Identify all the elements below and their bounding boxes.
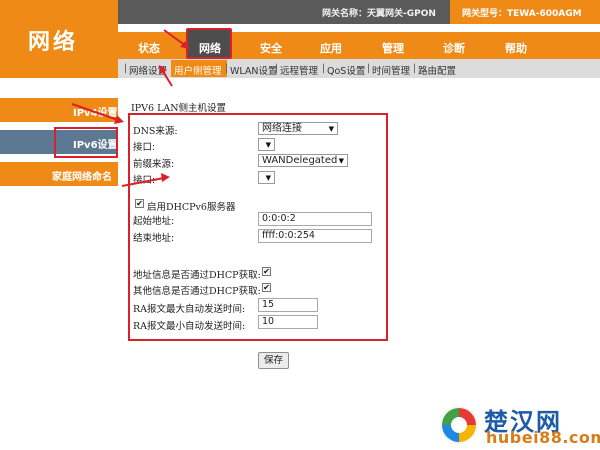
divider: | [367, 63, 371, 74]
other-dhcp-label: 其他信息是否通过DHCP获取: [133, 286, 261, 297]
section-title: IPV6 LAN侧主机设置 [131, 103, 227, 114]
subnav-time[interactable]: 时间管理 [372, 63, 410, 77]
dns-source-label: DNS来源: [133, 126, 178, 137]
subnav-remote[interactable]: 远程管理 [280, 63, 318, 77]
subnav-user-side[interactable]: 用户侧管理 [174, 63, 222, 77]
prefix-source-label: 前缀来源: [133, 159, 175, 170]
sidebar-item-home-network[interactable]: 家庭网络命名 [0, 162, 118, 186]
nav-help[interactable]: 帮助 [505, 40, 527, 56]
arrow-icon [159, 65, 173, 87]
gateway-model: 网关型号：TEWA-600AGM [462, 9, 582, 19]
chevron-down-icon: ▼ [265, 141, 271, 149]
interface-label-1: 接口: [133, 142, 156, 153]
nav-security[interactable]: 安全 [260, 40, 282, 56]
gateway-name: 网关名称：天翼网关-GPON [322, 9, 436, 19]
subnav-qos[interactable]: QoS设置 [327, 63, 365, 77]
other-dhcp-checkbox[interactable]: ✔ [262, 283, 271, 292]
subnav-routing[interactable]: 路由配置 [418, 63, 456, 77]
divider: | [322, 63, 326, 74]
ra-max-input[interactable]: 15 [258, 298, 318, 312]
end-addr-input[interactable]: ffff:0:0:254 [258, 229, 372, 243]
nav-management[interactable]: 管理 [382, 40, 404, 56]
subnav-wlan[interactable]: WLAN设置 [230, 63, 278, 77]
page-title: 网络 [0, 0, 118, 78]
ra-max-label: RA报文最大自动发送时间: [133, 304, 246, 315]
addr-dhcp-checkbox[interactable]: ✔ [262, 267, 271, 276]
dhcpv6-label: 启用DHCPv6服务器 [147, 202, 236, 213]
end-addr-label: 结束地址: [133, 233, 175, 244]
watermark-url: hubei88.com [486, 428, 600, 447]
sidebar-highlight-box [54, 127, 118, 158]
save-button[interactable]: 保存 [258, 352, 289, 369]
chevron-down-icon: ▼ [338, 157, 344, 165]
interface-select-1[interactable]: ▼ [258, 138, 275, 151]
nav-status[interactable]: 状态 [138, 40, 160, 56]
dns-source-select[interactable]: 网络连接 ▼ [258, 122, 338, 135]
interface-select-2[interactable]: ▼ [258, 171, 275, 184]
nav-apps[interactable]: 应用 [320, 40, 342, 56]
watermark-logo-icon [440, 406, 478, 444]
start-addr-label: 起始地址: [133, 216, 175, 227]
arrow-icon [163, 29, 190, 49]
addr-dhcp-label: 地址信息是否通过DHCP获取: [133, 270, 261, 281]
dhcpv6-checkbox[interactable]: ✔ [135, 199, 144, 208]
nav-network[interactable]: 网络 [199, 40, 221, 56]
arrow-icon [71, 103, 124, 124]
prefix-source-select[interactable]: WANDelegated ▼ [258, 154, 348, 167]
divider: | [275, 63, 279, 74]
chevron-down-icon: ▼ [265, 174, 271, 182]
prefix-source-value: WANDelegated [262, 155, 338, 166]
nav-diagnostics[interactable]: 诊断 [443, 40, 465, 56]
router-admin-page: 网络 网关名称：天翼网关-GPON 网关型号：TEWA-600AGM 状态 网络… [0, 0, 600, 450]
ra-min-input[interactable]: 10 [258, 315, 318, 329]
dns-source-value: 网络连接 [262, 123, 302, 134]
start-addr-input[interactable]: 0:0:0:2 [258, 212, 372, 226]
divider: | [225, 63, 229, 74]
ra-min-label: RA报文最小自动发送时间: [133, 321, 246, 332]
divider: | [413, 63, 417, 74]
arrow-icon [121, 173, 170, 187]
divider: | [124, 63, 128, 74]
chevron-down-icon: ▼ [328, 125, 334, 133]
